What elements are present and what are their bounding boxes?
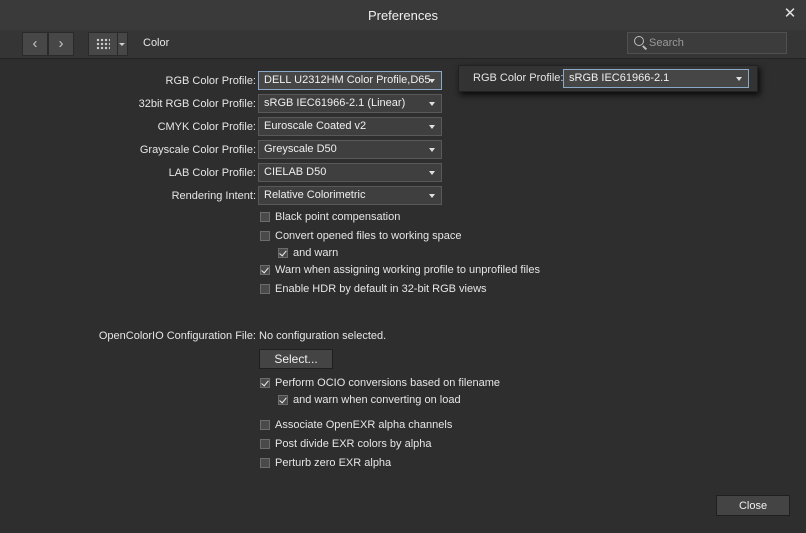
toolbar: ‹ › Color Search (0, 30, 806, 59)
rgb32-profile-label: 32bit RGB Color Profile: (138, 98, 256, 110)
grid-view-button[interactable] (88, 32, 118, 56)
cmyk-profile-select[interactable]: Euroscale Coated v2 (258, 117, 442, 136)
and-warn-checkbox[interactable] (278, 248, 288, 258)
rendering-intent-value: Relative Colorimetric (264, 189, 366, 201)
ocio-filename-label: Perform OCIO conversions based on filena… (275, 377, 500, 389)
chevron-down-icon (429, 102, 435, 106)
rgb-profile-label: RGB Color Profile: (165, 75, 256, 87)
grayscale-profile-value: Greyscale D50 (264, 143, 337, 155)
lab-profile-select[interactable]: CIELAB D50 (258, 163, 442, 182)
section-title: Color (143, 37, 170, 49)
section-dropdown-button[interactable] (117, 32, 128, 56)
convert-files-checkbox[interactable] (260, 231, 270, 241)
post-divide-checkbox[interactable] (260, 439, 270, 449)
chevron-down-icon (429, 125, 435, 129)
warn-assigning-label: Warn when assigning working profile to u… (275, 264, 540, 276)
rgb32-profile-select[interactable]: sRGB IEC61966-2.1 (Linear) (258, 94, 442, 113)
search-placeholder: Search (649, 37, 684, 49)
rgb32-profile-value: sRGB IEC61966-2.1 (Linear) (264, 97, 406, 109)
grayscale-profile-select[interactable]: Greyscale D50 (258, 140, 442, 159)
perturb-alpha-checkbox[interactable] (260, 458, 270, 468)
grayscale-profile-label: Grayscale Color Profile: (139, 144, 256, 156)
chevron-down-icon (429, 148, 435, 152)
close-icon[interactable]: ✕ (782, 6, 798, 22)
chevron-down-icon (429, 171, 435, 175)
cmyk-profile-value: Euroscale Coated v2 (264, 120, 367, 132)
chevron-down-icon (429, 194, 435, 198)
popup-label: RGB Color Profile: (473, 72, 564, 84)
exr-alpha-label: Associate OpenEXR alpha channels (275, 419, 453, 431)
black-point-checkbox[interactable] (260, 212, 270, 222)
post-divide-label: Post divide EXR colors by alpha (275, 438, 432, 450)
chevron-down-icon (429, 79, 435, 83)
and-warn-label: and warn (293, 247, 339, 259)
chevron-left-icon: ‹ (32, 35, 38, 52)
ocio-config-label: OpenColorIO Configuration File: (98, 330, 256, 342)
title-bar: Preferences ✕ (0, 0, 806, 30)
rgb-profile-value: DELL U2312HM Color Profile,D65 (264, 74, 431, 86)
rendering-intent-label: Rendering Intent: (171, 190, 256, 202)
forward-button[interactable]: › (48, 32, 74, 56)
rgb-profile-select[interactable]: DELL U2312HM Color Profile,D65 (258, 71, 442, 90)
window-title: Preferences (367, 8, 439, 23)
ocio-warn-label: and warn when converting on load (293, 394, 461, 406)
warn-assigning-checkbox[interactable] (260, 265, 270, 275)
back-button[interactable]: ‹ (22, 32, 48, 56)
popup-rgb-profile-value: sRGB IEC61966-2.1 (569, 72, 670, 84)
search-icon (634, 36, 644, 46)
chevron-right-icon: › (58, 35, 64, 52)
ocio-filename-checkbox[interactable] (260, 378, 270, 388)
lab-profile-value: CIELAB D50 (264, 166, 327, 178)
black-point-label: Black point compensation (275, 211, 401, 223)
convert-files-label: Convert opened files to working space (275, 230, 462, 242)
exr-alpha-checkbox[interactable] (260, 420, 270, 430)
rendering-intent-select[interactable]: Relative Colorimetric (258, 186, 442, 205)
chevron-down-icon (736, 77, 742, 81)
cmyk-profile-label: CMYK Color Profile: (157, 121, 256, 133)
perturb-alpha-label: Perturb zero EXR alpha (275, 457, 392, 469)
select-config-button[interactable]: Select... (259, 349, 333, 369)
close-button[interactable]: Close (716, 495, 790, 516)
enable-hdr-checkbox[interactable] (260, 284, 270, 294)
ocio-warn-checkbox[interactable] (278, 395, 288, 405)
enable-hdr-label: Enable HDR by default in 32-bit RGB view… (275, 283, 487, 295)
popup-rgb-profile-select[interactable]: sRGB IEC61966-2.1 (563, 69, 749, 88)
search-input[interactable]: Search (627, 32, 787, 54)
grid-icon (96, 38, 110, 50)
ocio-config-value: No configuration selected. (259, 330, 387, 342)
lab-profile-label: LAB Color Profile: (168, 167, 256, 179)
rgb-profile-popup: RGB Color Profile: sRGB IEC61966-2.1 (458, 65, 758, 92)
